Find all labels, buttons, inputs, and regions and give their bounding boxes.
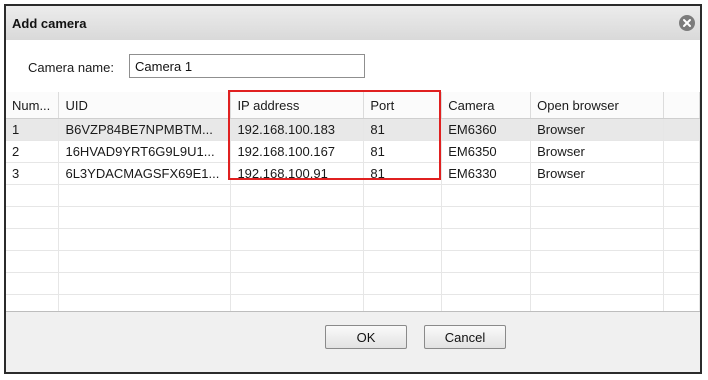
cell-num: 3 (6, 162, 60, 185)
empty-cell (58, 206, 232, 229)
empty-cell (6, 206, 60, 229)
empty-cell (363, 228, 443, 251)
empty-cell (230, 184, 365, 207)
empty-cell (6, 250, 60, 273)
cell-uid: 16HVAD9YRT6G9L9U1... (58, 140, 232, 163)
dialog-titlebar: Add camera (6, 6, 700, 41)
cell-ip-address: 192.168.100.167 (230, 140, 365, 163)
cell-uid: 6L3YDACMAGSFX69E1... (58, 162, 232, 185)
empty-cell (530, 294, 665, 311)
empty-cell (441, 272, 532, 295)
empty-cell (230, 294, 365, 311)
add-camera-dialog: Add camera Camera name: Num... UID IP ad… (4, 4, 702, 374)
empty-cell (530, 228, 665, 251)
table-row[interactable]: 2 16HVAD9YRT6G9L9U1... 192.168.100.167 81 EM… (6, 140, 700, 163)
empty-cell (363, 206, 443, 229)
cell-open-browser[interactable]: Browser (530, 162, 665, 185)
empty-cell (530, 206, 665, 229)
cell-open-browser[interactable]: Browser (530, 118, 665, 141)
empty-table-row (6, 184, 700, 207)
cancel-button[interactable]: Cancel (424, 325, 506, 349)
empty-cell (663, 250, 700, 273)
table-row[interactable]: 1 B6VZP84BE7NPMBTM... 192.168.100.183 81 EM6… (6, 118, 700, 141)
empty-cell (58, 250, 232, 273)
empty-cell (363, 250, 443, 273)
empty-cell (6, 272, 60, 295)
cell-num: 1 (6, 118, 60, 141)
empty-cell (363, 272, 443, 295)
camera-name-row: Camera name: (6, 40, 700, 92)
empty-cell (441, 228, 532, 251)
camera-name-label: Camera name: (28, 60, 114, 75)
empty-cell (530, 250, 665, 273)
empty-cell (58, 272, 232, 295)
empty-cell (230, 272, 365, 295)
dialog-title: Add camera (12, 16, 87, 31)
empty-cell (58, 228, 232, 251)
cell-spacer (663, 140, 700, 163)
empty-cell (230, 228, 365, 251)
empty-cell (663, 206, 700, 229)
cell-uid: B6VZP84BE7NPMBTM... (58, 118, 232, 141)
empty-table-row (6, 206, 700, 229)
empty-cell (530, 184, 665, 207)
empty-cell (6, 184, 60, 207)
empty-cell (441, 206, 532, 229)
empty-table-row (6, 228, 700, 251)
cell-camera: EM6360 (441, 118, 532, 141)
cell-open-browser[interactable]: Browser (530, 140, 665, 163)
cell-ip-address: 192.168.100.91 (230, 162, 365, 185)
empty-cell (441, 250, 532, 273)
cell-num: 2 (6, 140, 60, 163)
cell-spacer (663, 162, 700, 185)
empty-cell (441, 184, 532, 207)
cell-port: 81 (363, 162, 443, 185)
close-icon[interactable] (679, 15, 695, 31)
empty-cell (663, 294, 700, 311)
cell-camera: EM6350 (441, 140, 532, 163)
column-header-num[interactable]: Num... (6, 92, 60, 119)
empty-cell (663, 228, 700, 251)
empty-cell (663, 184, 700, 207)
empty-cell (230, 250, 365, 273)
column-header-spacer (663, 92, 700, 119)
empty-table-row (6, 250, 700, 273)
cell-camera: EM6330 (441, 162, 532, 185)
empty-cell (6, 294, 60, 311)
empty-cell (441, 294, 532, 311)
column-header-open-browser[interactable]: Open browser (530, 92, 665, 119)
empty-cell (6, 228, 60, 251)
empty-table-row (6, 294, 700, 311)
cell-port: 81 (363, 118, 443, 141)
table-header-row: Num... UID IP address Port Camera Open b… (6, 92, 700, 119)
dialog-footer: OK Cancel (6, 311, 700, 372)
empty-table-row (6, 272, 700, 295)
empty-cell (363, 184, 443, 207)
cell-spacer (663, 118, 700, 141)
cell-ip-address: 192.168.100.183 (230, 118, 365, 141)
camera-table: Num... UID IP address Port Camera Open b… (6, 92, 700, 311)
empty-cell (530, 272, 665, 295)
empty-cell (663, 272, 700, 295)
column-header-uid[interactable]: UID (58, 92, 232, 119)
column-header-ip-address[interactable]: IP address (230, 92, 365, 119)
empty-cell (58, 184, 232, 207)
empty-cell (363, 294, 443, 311)
column-header-port[interactable]: Port (363, 92, 443, 119)
camera-name-input[interactable] (129, 54, 365, 78)
ok-button[interactable]: OK (325, 325, 407, 349)
cell-port: 81 (363, 140, 443, 163)
empty-cell (58, 294, 232, 311)
table-row[interactable]: 3 6L3YDACMAGSFX69E1... 192.168.100.91 81 EM6… (6, 162, 700, 185)
column-header-camera[interactable]: Camera (441, 92, 532, 119)
empty-cell (230, 206, 365, 229)
